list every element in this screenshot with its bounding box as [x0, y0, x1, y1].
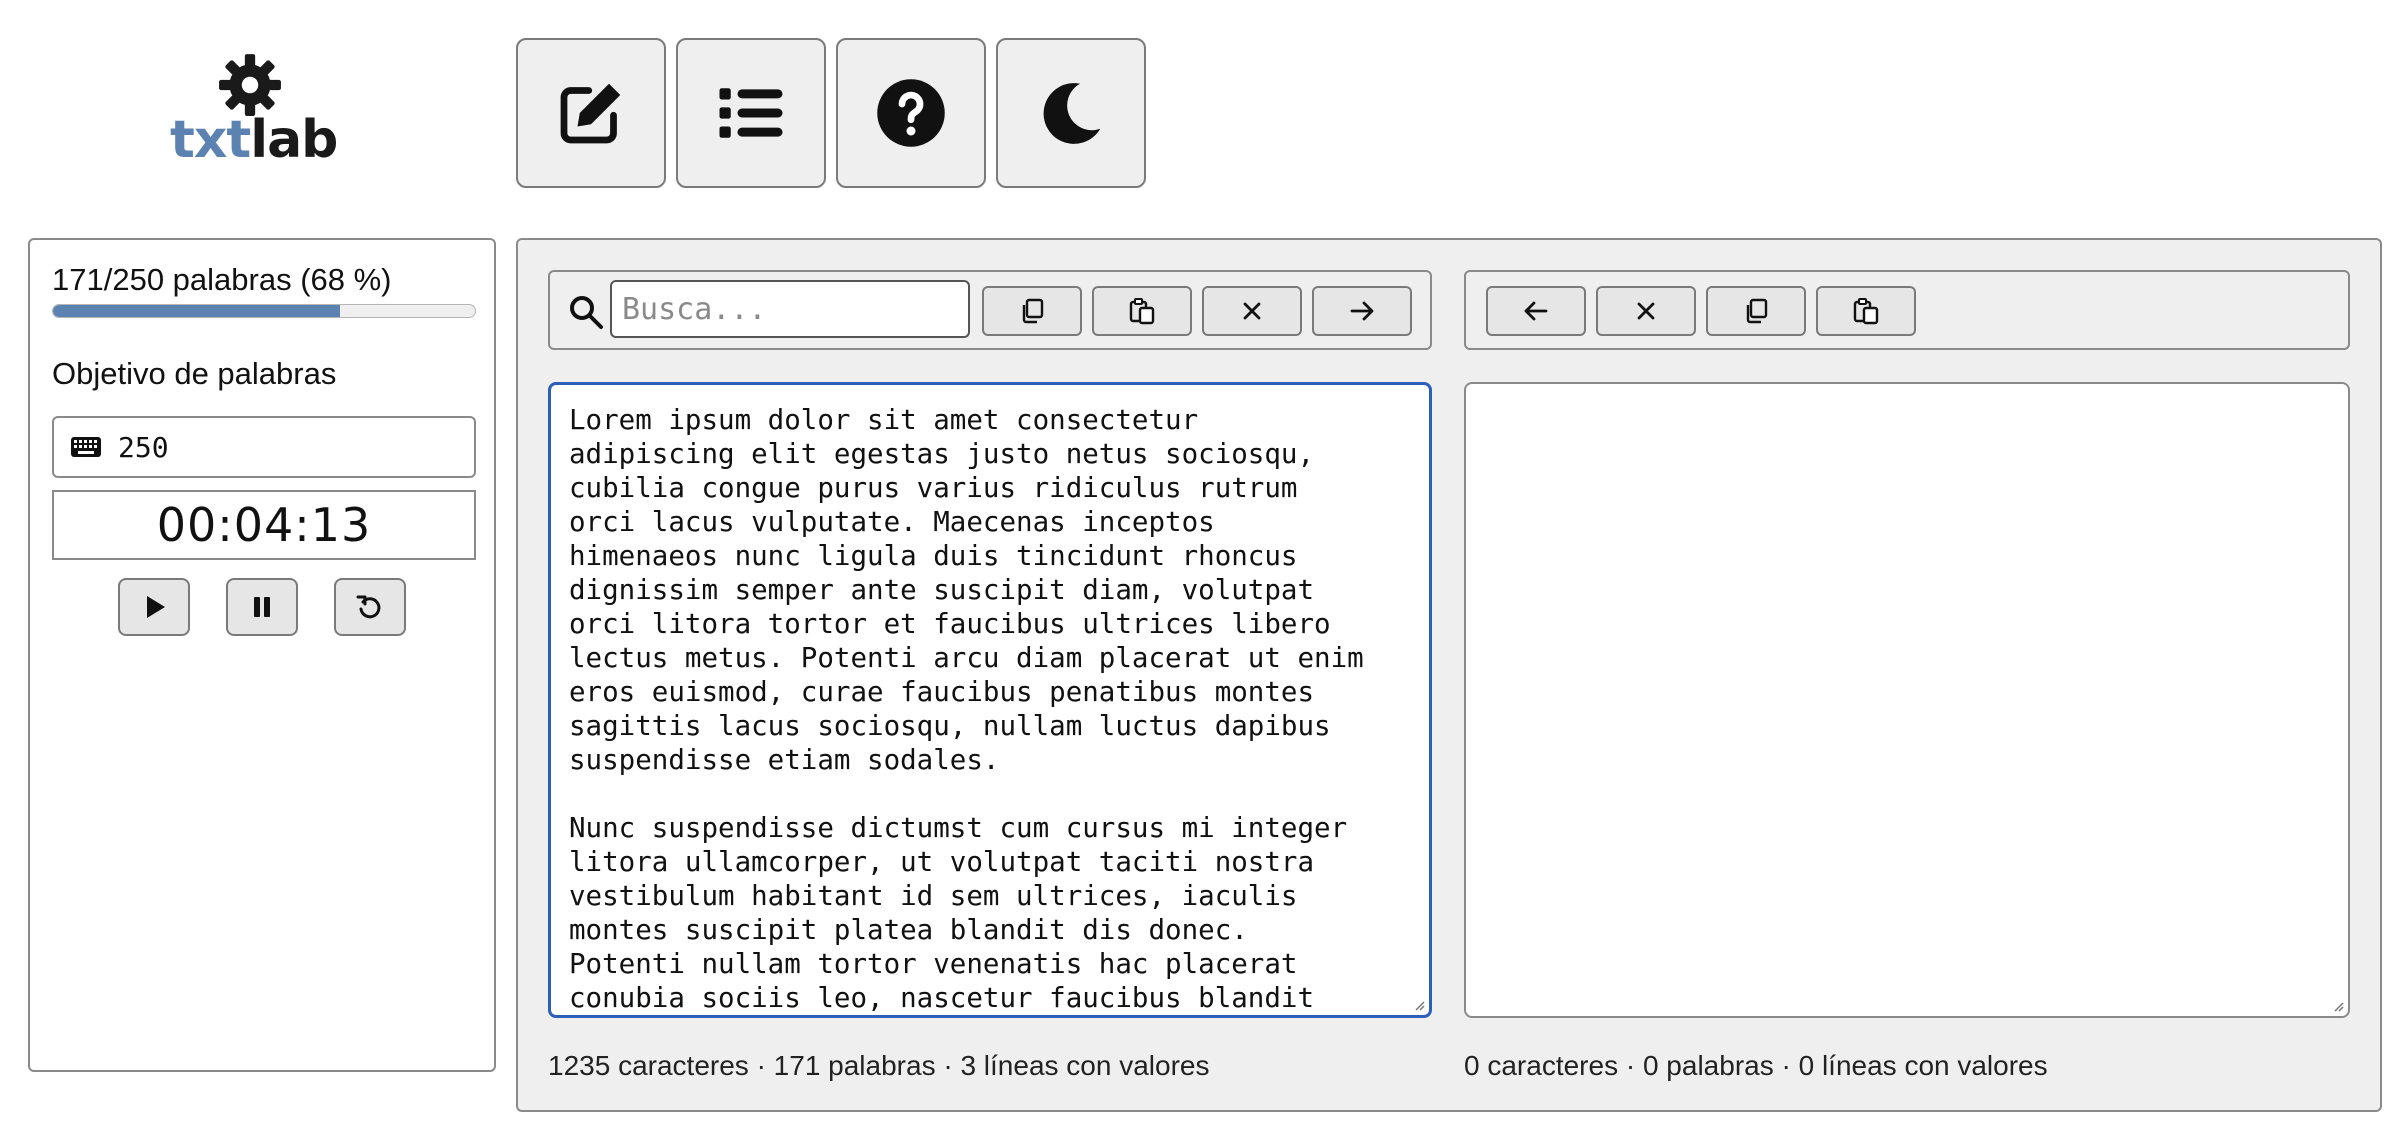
input-text: Lorem ipsum dolor sit amet consectetur a… — [569, 404, 1364, 1014]
edit-button[interactable] — [516, 38, 666, 188]
send-to-output-button[interactable] — [1312, 286, 1412, 336]
timer-display: 00:04:13 — [52, 490, 476, 560]
word-goal-value: 250 — [118, 430, 169, 464]
help-button[interactable] — [836, 38, 986, 188]
editor-panel: Lorem ipsum dolor sit amet consectetur a… — [516, 238, 2382, 1112]
paste-button[interactable] — [1092, 286, 1192, 336]
list-button[interactable] — [676, 38, 826, 188]
copy-output-button[interactable] — [1706, 286, 1806, 336]
output-toolbar — [1464, 270, 2350, 350]
close-icon — [1637, 302, 1655, 320]
copy-button[interactable] — [982, 286, 1082, 336]
keyboard-icon — [71, 437, 101, 457]
logo: txtlab — [170, 52, 338, 166]
edit-icon — [560, 83, 621, 144]
output-stats: 0 caracteres · 0 palabras · 0 líneas con… — [1464, 1050, 2048, 1081]
input-toolbar — [548, 270, 1432, 350]
send-to-input-button[interactable] — [1486, 286, 1586, 336]
clear-output-button[interactable] — [1596, 286, 1696, 336]
word-progress-label: 171/250 palabras (68 %) — [52, 262, 392, 297]
timer-play-button[interactable] — [118, 578, 190, 636]
logo-text-part2: lab — [250, 110, 338, 170]
list-icon — [719, 88, 783, 138]
input-stats: 1235 caracteres · 171 palabras · 3 línea… — [548, 1050, 1210, 1081]
copy-icon — [1746, 298, 1768, 324]
gear-icon — [219, 54, 281, 116]
resize-grip-icon[interactable] — [1411, 997, 1425, 1011]
play-icon — [147, 596, 165, 618]
question-circle-icon — [877, 79, 945, 147]
word-goal-input[interactable]: 250 — [52, 416, 476, 478]
word-progress-fill — [53, 305, 340, 317]
output-textarea[interactable] — [1464, 382, 2350, 1018]
reset-icon — [356, 595, 381, 619]
search-icon — [570, 296, 603, 329]
input-textarea[interactable]: Lorem ipsum dolor sit amet consectetur a… — [548, 382, 1432, 1018]
timer-pause-button[interactable] — [226, 578, 298, 636]
word-progress-bar — [52, 304, 476, 318]
pause-icon — [254, 597, 270, 617]
clear-input-button[interactable] — [1202, 286, 1302, 336]
moon-icon — [1043, 83, 1101, 144]
paste-icon — [1853, 298, 1879, 325]
close-icon — [1243, 302, 1261, 320]
arrow-left-icon — [1524, 301, 1548, 321]
dark-mode-button[interactable] — [996, 38, 1146, 188]
paste-icon — [1129, 298, 1155, 325]
logo-text: txtlab — [170, 114, 338, 166]
word-goal-label: Objetivo de palabras — [52, 356, 337, 391]
search-input[interactable] — [610, 280, 970, 338]
sidebar-panel: 171/250 palabras (68 %) Objetivo de pala… — [28, 238, 496, 1072]
timer-reset-button[interactable] — [334, 578, 406, 636]
resize-grip-icon[interactable] — [2330, 998, 2344, 1012]
logo-text-part1: txt — [170, 110, 251, 170]
paste-output-button[interactable] — [1816, 286, 1916, 336]
arrow-right-icon — [1350, 301, 1374, 321]
copy-icon — [1022, 298, 1044, 324]
